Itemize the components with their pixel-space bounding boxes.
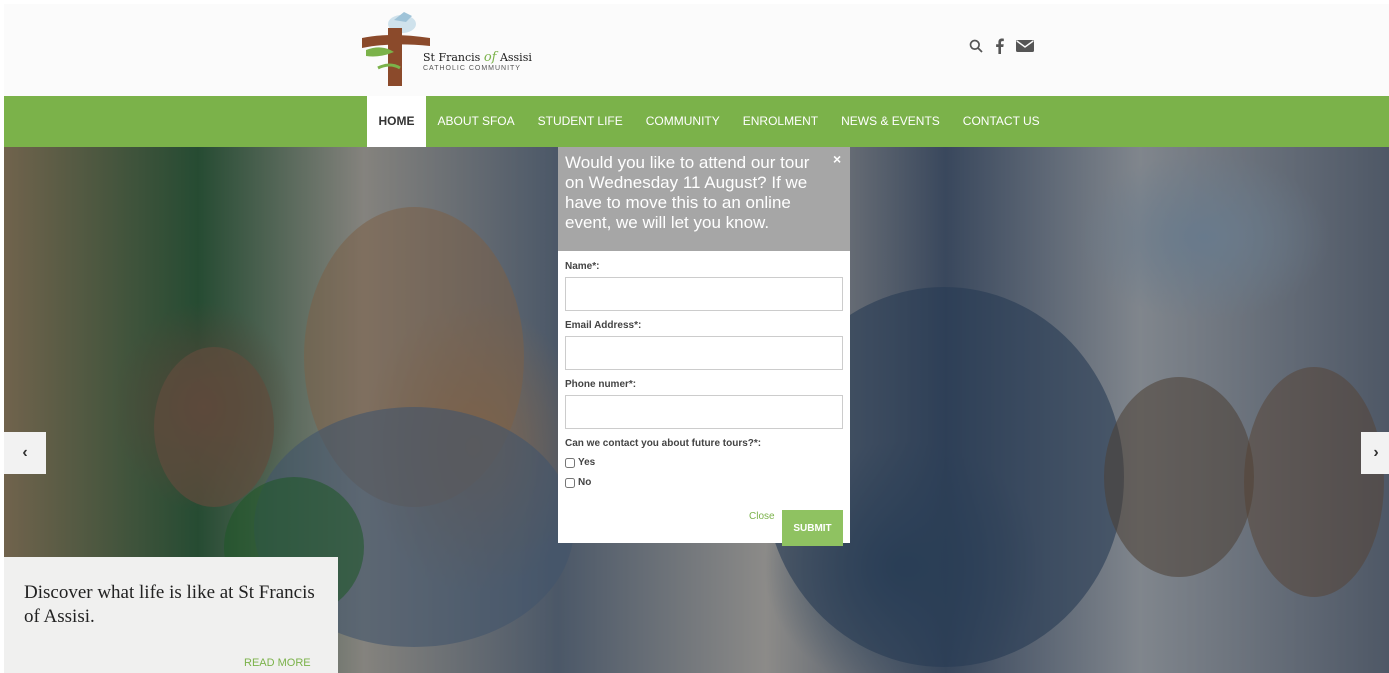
envelope-icon[interactable] <box>1016 36 1034 56</box>
logo-cross-icon <box>362 12 430 86</box>
no-label: No <box>578 477 592 488</box>
submit-button[interactable]: SUBMIT <box>782 510 843 546</box>
nav-item-news-events[interactable]: NEWS & EVENTS <box>830 96 952 147</box>
nav-item-community[interactable]: COMMUNITY <box>634 96 731 147</box>
option-no[interactable]: No <box>565 477 591 488</box>
site-logo[interactable]: St Francis of Assisi CATHOLIC COMMUNITY <box>360 8 540 88</box>
name-label: Name*: <box>565 261 600 272</box>
yes-label: Yes <box>578 457 596 468</box>
close-icon[interactable]: × <box>833 151 841 167</box>
chevron-right-icon: › <box>1373 444 1379 461</box>
logo-subtitle: CATHOLIC COMMUNITY <box>423 65 521 72</box>
tour-signup-modal: Would you like to attend our tour on Wed… <box>558 147 850 546</box>
modal-header: Would you like to attend our tour on Wed… <box>558 147 850 251</box>
no-checkbox[interactable] <box>565 477 575 488</box>
contact-question-label: Can we contact you about future tours?*: <box>565 438 762 449</box>
nav-item-enrolment[interactable]: ENROLMENT <box>731 96 829 147</box>
email-input[interactable] <box>565 336 843 370</box>
slider-prev-button[interactable]: ‹ <box>4 432 46 474</box>
logo-name: St Francis of Assisi <box>423 50 532 65</box>
search-icon[interactable] <box>969 36 983 56</box>
modal-title: Would you like to attend our tour on Wed… <box>565 153 810 232</box>
name-input[interactable] <box>565 277 843 311</box>
read-more-link[interactable]: READ MORE <box>244 657 311 669</box>
nav-item-student-life[interactable]: STUDENT LIFE <box>526 96 634 147</box>
nav-item-contact[interactable]: CONTACT US <box>951 96 1051 147</box>
main-nav: HOME ABOUT SFOA STUDENT LIFE COMMUNITY E… <box>4 96 1389 147</box>
nav-item-home[interactable]: HOME <box>367 96 426 147</box>
facebook-icon[interactable] <box>995 36 1004 56</box>
slide-caption: Discover what life is like at St Francis… <box>4 557 338 673</box>
option-yes[interactable]: Yes <box>565 457 595 468</box>
close-link[interactable]: Close <box>749 511 775 522</box>
caption-text: Discover what life is like at St Francis… <box>24 582 315 627</box>
phone-label: Phone numer*: <box>565 379 637 390</box>
chevron-left-icon: ‹ <box>22 444 28 461</box>
email-label: Email Address*: <box>565 320 642 331</box>
site-header: St Francis of Assisi CATHOLIC COMMUNITY <box>4 4 1389 96</box>
slider-next-button[interactable]: › <box>1361 432 1389 474</box>
nav-item-about[interactable]: ABOUT SFOA <box>426 96 526 147</box>
header-icons <box>969 36 1034 56</box>
phone-input[interactable] <box>565 395 843 429</box>
page: St Francis of Assisi CATHOLIC COMMUNITY … <box>4 4 1389 673</box>
yes-checkbox[interactable] <box>565 457 575 468</box>
